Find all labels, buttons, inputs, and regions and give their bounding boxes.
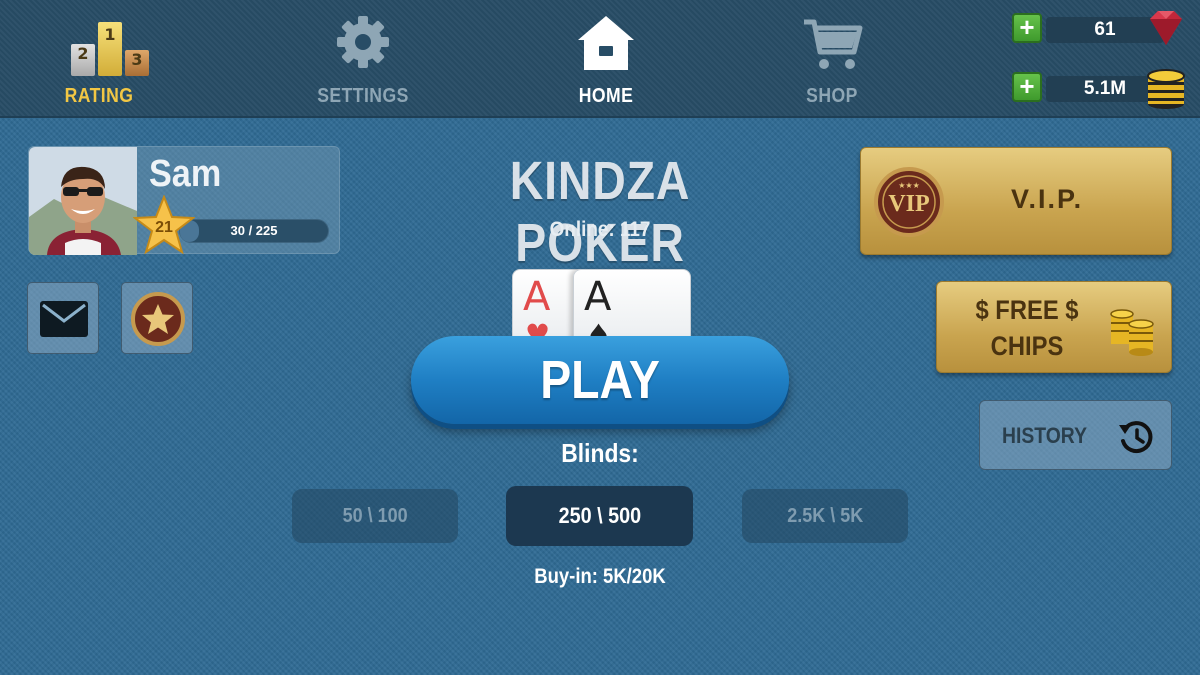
free-chips-button[interactable]: $ FREE $ CHIPS — [936, 281, 1172, 373]
xp-progress-text: 30 / 225 — [230, 223, 278, 238]
blind-option-2-5k-5k[interactable]: 2.5K \ 5K — [742, 489, 908, 543]
free-chips-label: $ FREE $ CHIPS — [965, 292, 1088, 364]
vip-button[interactable]: VIP ★★★ V.I.P. — [860, 147, 1172, 255]
podium-icon: 2 1 3 — [67, 12, 149, 76]
blind-option-label: 2.5K \ 5K — [786, 505, 864, 527]
podium-second: 2 — [71, 44, 95, 76]
nav-rating-label: RATING — [64, 85, 134, 107]
card-rank: A — [523, 274, 551, 320]
mail-button[interactable] — [27, 282, 99, 354]
blind-option-label: 250 \ 500 — [558, 503, 641, 528]
podium-first-number: 1 — [104, 25, 116, 44]
gems-balance: + 61 — [1012, 11, 1192, 47]
add-gems-plus-icon[interactable]: + — [1012, 13, 1042, 43]
chip-stack-icon — [1147, 69, 1185, 109]
top-navigation-bar: 2 1 3 RATING SETTINGS HOME SHOP + 61 + 5… — [0, 0, 1200, 118]
nav-settings-label: SETTINGS — [317, 85, 409, 107]
free-chips-line2: CHIPS — [990, 331, 1064, 361]
xp-progress-bar: 30 / 225 — [179, 219, 329, 243]
blind-option-50-100[interactable]: 50 \ 100 — [292, 489, 458, 543]
envelope-icon — [40, 301, 88, 337]
nav-home-label: HOME — [578, 85, 634, 107]
history-label: HISTORY — [1002, 423, 1087, 448]
vip-label: V.I.P. — [1011, 184, 1084, 214]
avatar[interactable] — [29, 147, 137, 255]
podium-first: 1 — [98, 22, 122, 76]
online-count: Online: 117 — [549, 218, 651, 241]
nav-shop[interactable]: SHOP — [747, 0, 917, 118]
poker-lobby-screen: 2 1 3 RATING SETTINGS HOME SHOP + 61 + 5… — [0, 0, 1200, 675]
free-chips-line1: $ FREE $ — [975, 295, 1079, 325]
card-rank: A — [584, 274, 612, 320]
game-title: KINDZA POKER — [509, 151, 691, 273]
podium-third-number: 3 — [131, 50, 143, 69]
nav-settings[interactable]: SETTINGS — [278, 0, 448, 118]
add-chips-plus-icon[interactable]: + — [1012, 72, 1042, 102]
vip-badge-text: VIP — [888, 191, 929, 217]
nav-rating[interactable]: 2 1 3 RATING — [14, 0, 184, 118]
shopping-cart-icon — [804, 19, 863, 69]
blinds-label: Blinds: — [561, 438, 639, 468]
gold-chips-icon — [1110, 309, 1154, 356]
history-button[interactable]: HISTORY — [979, 400, 1172, 470]
nav-shop-label: SHOP — [806, 85, 858, 107]
blind-option-250-500-selected[interactable]: 250 \ 500 — [506, 486, 693, 546]
vip-badge-icon: VIP ★★★ — [874, 167, 944, 237]
gem-icon — [1150, 11, 1182, 45]
gear-icon — [337, 16, 389, 68]
player-level: 21 — [155, 219, 173, 236]
play-button[interactable]: PLAY — [411, 336, 789, 424]
home-icon — [578, 16, 634, 70]
podium-third: 3 — [125, 50, 149, 76]
player-profile-card[interactable]: Sam 30 / 225 21 — [28, 146, 340, 255]
favorites-button[interactable] — [121, 282, 193, 354]
chips-balance: + 5.1M — [1012, 69, 1192, 109]
player-photo — [29, 147, 137, 255]
podium-second-number: 2 — [77, 44, 89, 63]
star-badge-icon — [131, 292, 185, 346]
buy-in-text: Buy-in: 5K/20K — [534, 565, 666, 588]
player-name: Sam — [149, 153, 222, 195]
play-button-label: PLAY — [540, 350, 660, 410]
svg-text:★★★: ★★★ — [898, 181, 920, 190]
blind-option-label: 50 \ 100 — [342, 505, 408, 527]
history-icon — [1119, 421, 1153, 454]
nav-home[interactable]: HOME — [521, 0, 691, 118]
